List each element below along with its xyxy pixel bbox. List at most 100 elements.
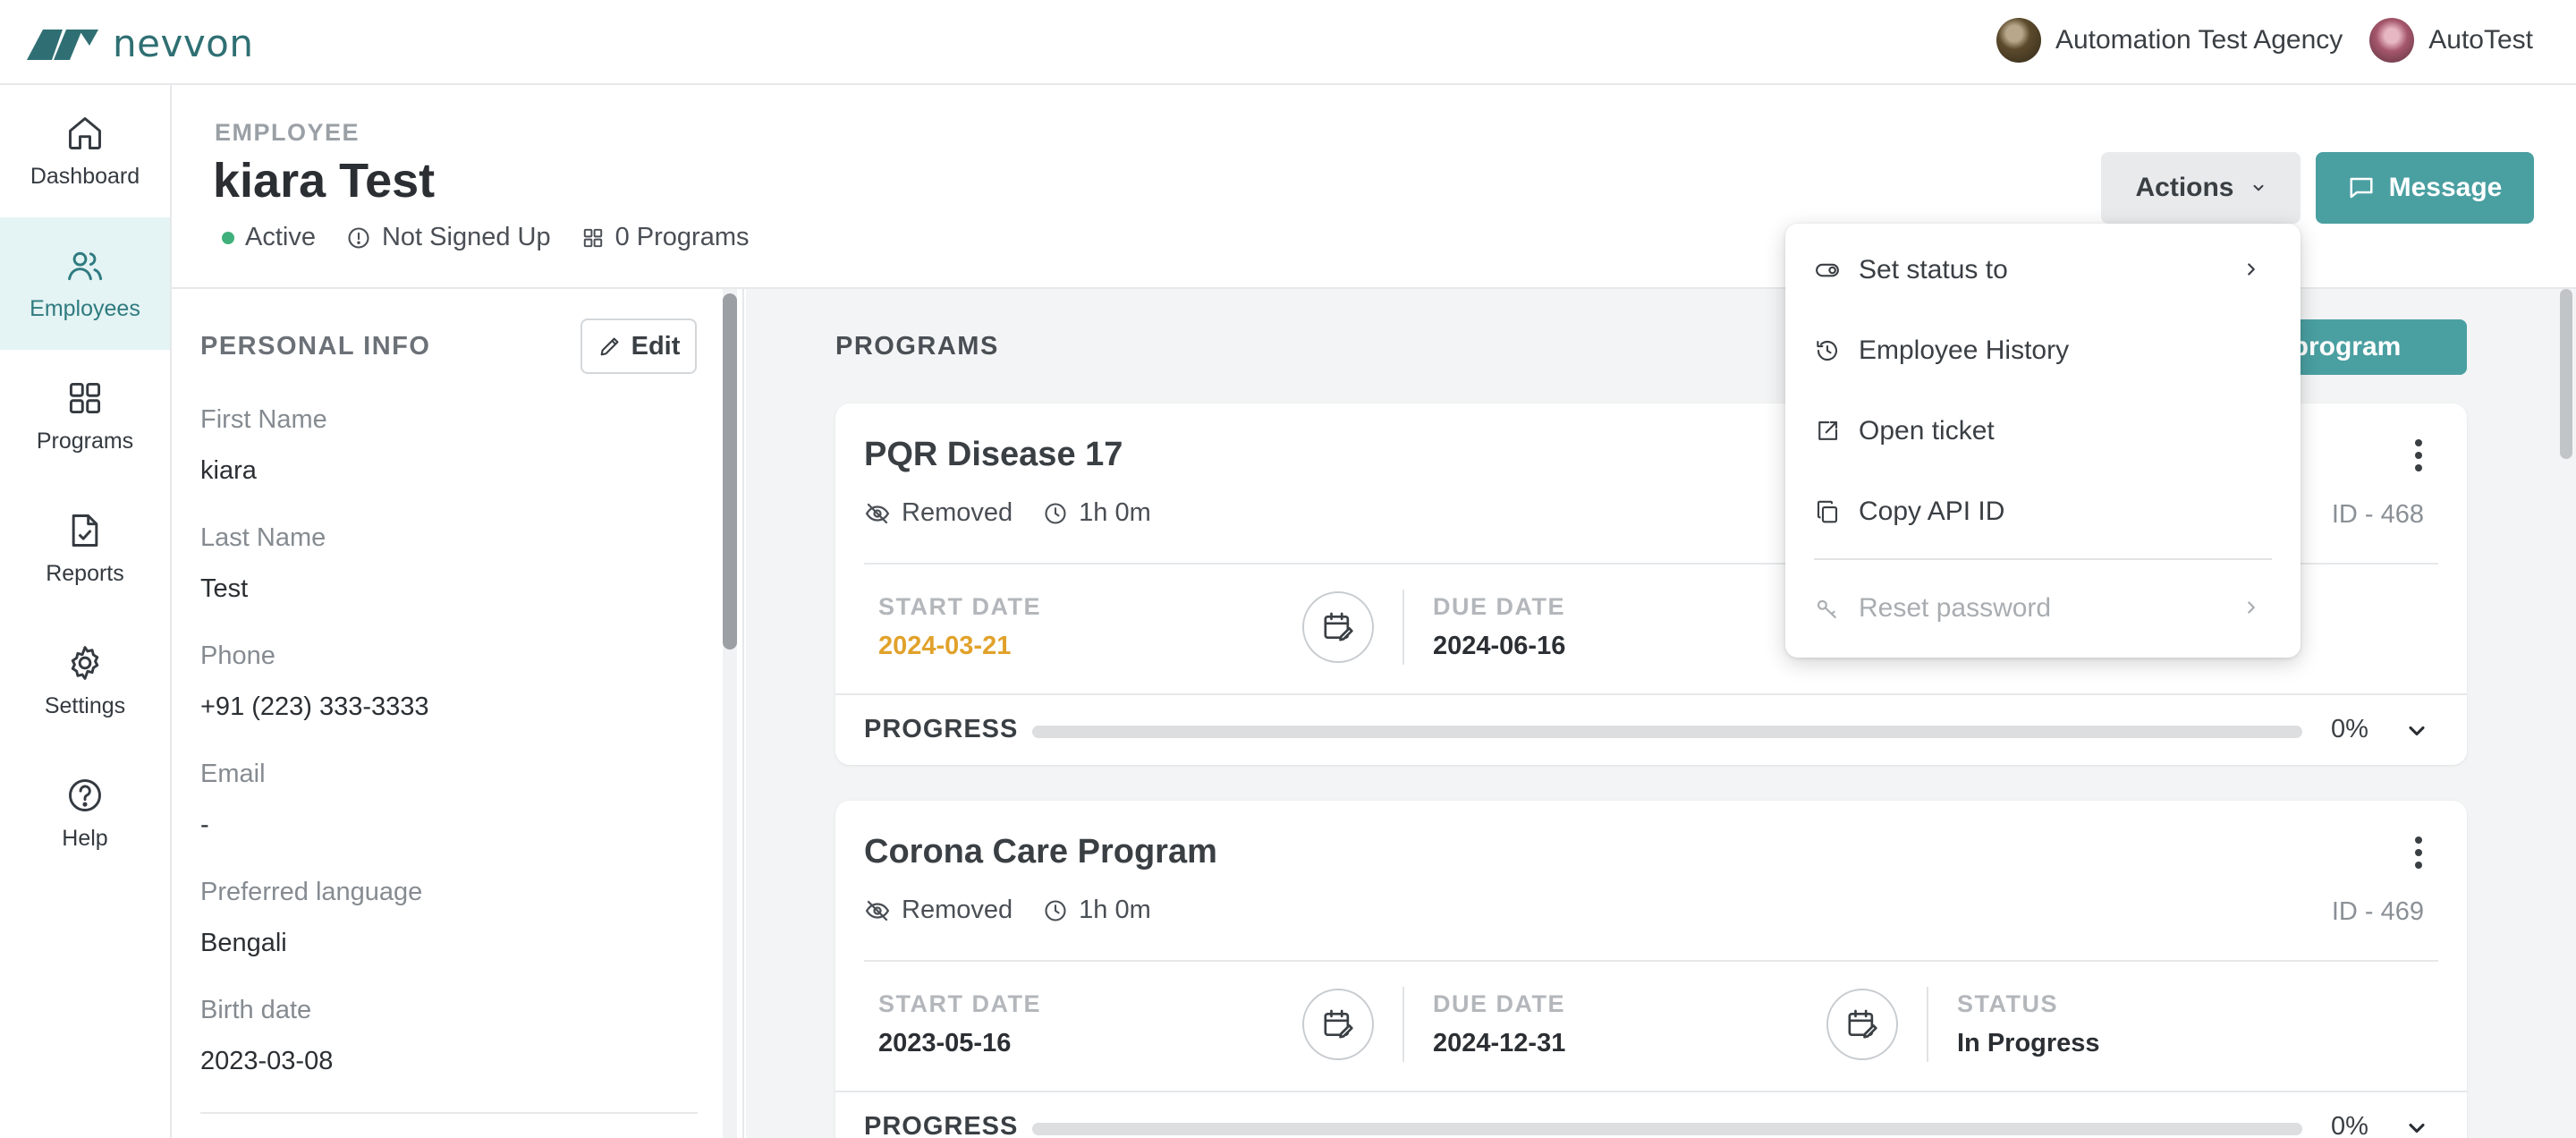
field-label: Last Name (200, 523, 326, 552)
menu-label: Set status to (1859, 255, 2008, 284)
due-date-value: 2024-12-31 (1433, 1029, 1566, 1057)
eye-off-icon (865, 900, 890, 921)
more-options-icon[interactable] (2411, 835, 2426, 870)
key-icon (1817, 599, 1836, 619)
menu-item-employee-history[interactable]: Employee History (1785, 315, 2301, 386)
actions-menu: Set status to Employee History Open tick… (1785, 224, 2301, 658)
users-icon (68, 251, 103, 280)
field-preferred-language: Preferred language Bengali (200, 878, 422, 958)
message-icon (2350, 177, 2373, 199)
start-date-block: START DATE 2023-05-16 (878, 990, 1041, 1058)
program-meta: Removed 1h 0m (864, 896, 1151, 925)
chevron-down-icon[interactable] (2404, 718, 2429, 743)
nav-label: Help (62, 825, 108, 851)
progress-row[interactable]: PROGRESS 0% (835, 693, 2467, 765)
start-date-label: START DATE (878, 990, 1041, 1017)
agency-switcher[interactable]: Automation Test Agency (1996, 18, 2343, 63)
progress-row[interactable]: PROGRESS 0% (835, 1091, 2467, 1138)
menu-item-copy-api-id[interactable]: Copy API ID (1785, 476, 2301, 548)
nav-item-settings[interactable]: Settings (0, 615, 170, 747)
edit-button[interactable]: Edit (580, 318, 697, 374)
field-label: First Name (200, 405, 327, 434)
help-icon (69, 778, 101, 811)
edit-start-date-button[interactable] (1302, 591, 1374, 663)
grid-icon (69, 382, 101, 413)
personal-info-panel: PERSONAL INFO Edit First Name kiara Last… (172, 289, 744, 1138)
status-value: In Progress (1957, 1029, 2100, 1057)
calendar-edit-icon (1324, 612, 1353, 641)
nav-label: Employees (30, 295, 140, 321)
calendar-edit-icon (1324, 1009, 1353, 1039)
more-options-icon[interactable] (2411, 437, 2426, 473)
chevron-right-icon (2248, 263, 2255, 276)
calendar-edit-icon (1848, 1009, 1877, 1039)
progress-label: PROGRESS (864, 715, 1019, 743)
duration-badge: 1h 0m (1043, 498, 1151, 528)
nav-item-programs[interactable]: Programs (0, 350, 170, 482)
menu-label: Copy API ID (1859, 497, 2005, 526)
start-date-label: START DATE (878, 593, 1041, 620)
menu-item-set-status[interactable]: Set status to (1785, 234, 2301, 306)
nav-item-employees[interactable]: Employees (0, 217, 170, 350)
removed-badge: Removed (864, 498, 1013, 528)
field-label: Birth date (200, 996, 312, 1024)
pencil-icon (600, 337, 619, 356)
progress-percent: 0% (2331, 715, 2368, 743)
user-name: AutoTest (2428, 25, 2533, 55)
eye-off-icon (865, 503, 890, 523)
due-date-label: DUE DATE (1433, 593, 1566, 620)
actions-button[interactable]: Actions (2101, 152, 2301, 224)
progress-bar (1032, 1123, 2302, 1135)
field-label: Phone (200, 641, 275, 670)
chevron-down-icon (2253, 184, 2263, 191)
edit-label: Edit (631, 331, 681, 361)
program-state: Removed (902, 896, 1013, 924)
field-value: - (200, 811, 209, 839)
field-last-name: Last Name Test (200, 523, 326, 604)
toggle-icon (1816, 263, 1839, 277)
nav-item-help[interactable]: Help (0, 747, 170, 879)
start-date-value: 2024-03-21 (878, 632, 1012, 660)
programs-scrollbar-thumb[interactable] (2560, 289, 2572, 459)
nav-item-reports[interactable]: Reports (0, 482, 170, 615)
programs-count-text: 0 Programs (614, 223, 750, 251)
start-date-block: START DATE 2024-03-21 (878, 593, 1041, 661)
chevron-right-icon (2248, 601, 2255, 614)
agency-name: Automation Test Agency (2055, 25, 2343, 55)
logo-text: nevvon (113, 21, 254, 65)
divider (1402, 987, 1404, 1062)
menu-label: Reset password (1859, 593, 2052, 623)
nav-label: Reports (46, 560, 124, 586)
info-scrollbar-thumb[interactable] (723, 293, 737, 650)
message-button[interactable]: Message (2316, 152, 2534, 224)
divider (200, 1112, 698, 1114)
chevron-down-icon[interactable] (2404, 1116, 2429, 1138)
edit-start-date-button[interactable] (1302, 989, 1374, 1060)
program-duration: 1h 0m (1079, 498, 1151, 527)
external-link-icon (1818, 420, 1838, 440)
progress-bar (1032, 726, 2302, 738)
page-title: kiara Test (213, 154, 436, 208)
actions-label: Actions (2135, 173, 2234, 202)
page-eyebrow: EMPLOYEE (215, 119, 360, 146)
menu-item-reset-password[interactable]: Reset password (1785, 573, 2301, 644)
menu-item-open-ticket[interactable]: Open ticket (1785, 395, 2301, 467)
removed-badge: Removed (864, 896, 1013, 925)
programs-title: PROGRAMS (835, 332, 999, 361)
gear-icon (71, 645, 99, 680)
status-badge: Active (222, 223, 316, 252)
field-phone: Phone +91 (223) 333-3333 (200, 641, 429, 722)
status-text: Active (245, 223, 316, 251)
nav-item-dashboard[interactable]: Dashboard (0, 85, 170, 217)
due-date-block: DUE DATE 2024-12-31 (1433, 990, 1565, 1058)
status-label: STATUS (1957, 990, 2058, 1017)
nevvon-logo-icon (27, 29, 98, 60)
due-date-value: 2024-06-16 (1433, 632, 1566, 660)
due-date-block: DUE DATE 2024-06-16 (1433, 593, 1565, 661)
programs-panel: PROGRAMS Add program PQR Disease 17 Remo… (746, 289, 2576, 1138)
brand-logo[interactable]: nevvon (27, 21, 254, 65)
user-menu[interactable]: AutoTest (2369, 18, 2533, 63)
program-card: Corona Care Program Removed 1h 0m ID - 4… (835, 801, 2467, 1138)
edit-due-date-button[interactable] (1826, 989, 1898, 1060)
report-icon (72, 514, 98, 547)
